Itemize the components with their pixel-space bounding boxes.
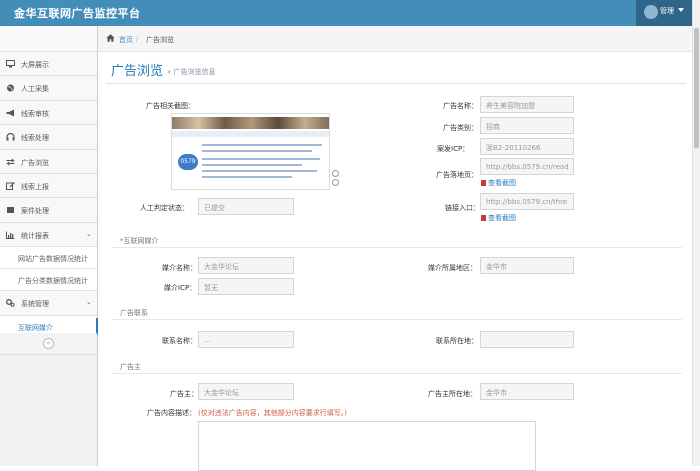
advertiser-label: 广告主： — [170, 390, 198, 398]
media-name-field: 大金华论坛 — [198, 257, 294, 274]
section-contact-title: 广告联系 — [120, 309, 148, 317]
view-entry-screenshot-link[interactable]: 查看截图 — [481, 213, 516, 223]
chevron-down-icon: ⌄ — [86, 229, 92, 238]
advertiser-field: 大金华论坛 — [198, 383, 294, 400]
image-icon — [481, 215, 486, 221]
sidebar: 大屏展示 人工采集 线索审核 线索处理 广告浏览 线索上报 案件处理 统计报表 … — [0, 26, 98, 466]
sidebar-item-system[interactable]: 系统管理 ⌄ — [0, 291, 97, 316]
ad-name-field: 养生美容院加盟 — [480, 96, 574, 113]
sidebar-subitem-site-stats[interactable]: 网站广告数据情况统计 — [0, 247, 97, 270]
breadcrumb-separator: / — [136, 35, 139, 43]
entry-link-field: http://bbs.0579.cn/thre — [480, 193, 574, 210]
landing-page-label: 广告落地页： — [436, 171, 478, 179]
entry-link-label: 链接入口： — [445, 204, 480, 212]
thumbnail-text — [202, 176, 292, 178]
media-name-label: 媒介名称： — [162, 264, 197, 272]
ad-category-label: 广告类别： — [443, 124, 478, 132]
sidebar-item-stats[interactable]: 统计报表 ⌄ — [0, 222, 97, 248]
globe-icon — [6, 84, 15, 92]
edit-icon — [6, 182, 15, 190]
zoom-controls — [332, 170, 340, 188]
user-name: 管理 — [660, 7, 674, 15]
contact-location-label: 联系所在地： — [436, 337, 478, 345]
section-advertiser-title: 广告主 — [120, 363, 141, 371]
title-divider — [106, 83, 686, 84]
manual-status-label: 人工判定状态： — [140, 204, 189, 212]
contact-location-field — [480, 331, 574, 348]
breadcrumb: 首页 / 广告浏览 — [98, 26, 692, 52]
contact-name-label: 联系名称： — [162, 337, 197, 345]
breadcrumb-current: 广告浏览 — [146, 36, 174, 44]
ad-category-field: 招商 — [480, 117, 574, 134]
advertiser-location-field: 金华市 — [480, 383, 574, 400]
section-media-title: *互联网媒介 — [120, 237, 159, 245]
gavel-icon — [6, 206, 15, 214]
chevron-down-icon: ⌄ — [86, 298, 92, 307]
bar-chart-icon — [6, 231, 15, 239]
breadcrumb-home-link[interactable]: 首页 — [119, 35, 133, 45]
zoom-out-icon[interactable] — [332, 179, 339, 186]
exchange-icon — [6, 158, 15, 166]
section-divider — [112, 319, 682, 320]
user-menu[interactable]: 管理 — [636, 0, 692, 26]
ad-image-label: 广告相关截图： — [146, 102, 195, 110]
page-subtitle: » 广告浏览信息 — [167, 68, 216, 76]
thumbnail-text — [202, 164, 302, 166]
thumbnail-text — [202, 144, 322, 146]
ad-name-label: 广告名称： — [443, 102, 478, 110]
brand-title: 金华互联网广告监控平台 — [14, 7, 141, 20]
section-divider — [112, 247, 682, 248]
site-logo-icon: 0579 — [178, 154, 198, 170]
ad-description-textarea[interactable] — [198, 421, 536, 471]
caret-down-icon — [678, 8, 684, 12]
manual-status-field: 已提交 — [198, 198, 294, 215]
sidebar-shortcuts — [0, 26, 97, 52]
sidebar-item-dashboard[interactable]: 大屏展示 — [0, 52, 97, 77]
sidebar-subitem-category-stats[interactable]: 广告分类数据情况统计 — [0, 269, 97, 292]
monitor-icon — [6, 60, 15, 68]
sidebar-item-process[interactable]: 线索处理 — [0, 125, 97, 150]
thumbnail-text — [202, 170, 317, 172]
sidebar-item-ad-browse[interactable]: 广告浏览 — [0, 149, 97, 174]
sidebar-item-case[interactable]: 案件处理 — [0, 198, 97, 223]
ad-description-label: 广告内容描述： — [147, 409, 196, 417]
media-icp-field: 暂无 — [198, 278, 294, 295]
thumbnail-nav — [172, 131, 329, 137]
thumbnail-text — [202, 158, 320, 160]
top-header: 金华互联网广告监控平台 管理 — [0, 0, 700, 26]
media-region-label: 媒介所属地区： — [428, 264, 477, 272]
sidebar-item-review[interactable]: 线索审核 — [0, 100, 97, 126]
page-scrollbar[interactable] — [692, 0, 700, 466]
thumbnail-text — [202, 150, 312, 152]
sidebar-item-collect[interactable]: 人工采集 — [0, 76, 97, 101]
home-icon — [106, 34, 115, 42]
scrollbar-thumb[interactable] — [694, 28, 699, 148]
section-divider — [112, 373, 682, 374]
ad-screenshot-thumbnail[interactable]: 0579 — [171, 113, 330, 190]
contact-name-field: ... — [198, 331, 294, 348]
thumbnail-banner — [172, 117, 329, 129]
cogs-icon — [6, 299, 15, 307]
headset-icon — [6, 133, 15, 141]
image-icon — [481, 180, 486, 186]
zoom-in-icon[interactable] — [332, 170, 339, 177]
landing-page-field: http://bbs.0579.cn/read — [480, 158, 574, 175]
ad-description-hint: (仅对违法广告内容，其他部分内容要求行填写。) — [198, 409, 347, 417]
advertiser-location-label: 广告主所在地： — [428, 390, 477, 398]
media-icp-label: 媒介ICP： — [164, 284, 197, 292]
page-title: 广告浏览 — [111, 64, 164, 79]
media-region-field: 金华市 — [480, 257, 574, 274]
view-landing-screenshot-link[interactable]: 查看截图 — [481, 178, 516, 188]
collapse-sidebar-button[interactable]: « — [43, 338, 54, 349]
avatar — [644, 5, 658, 19]
sidebar-collapse: « — [0, 333, 97, 355]
sidebar-item-report[interactable]: 线索上报 — [0, 173, 97, 199]
icp-field: 浙B2-20110266 — [480, 138, 574, 155]
bullhorn-icon — [6, 109, 15, 117]
icp-label: 案发ICP： — [437, 145, 470, 153]
